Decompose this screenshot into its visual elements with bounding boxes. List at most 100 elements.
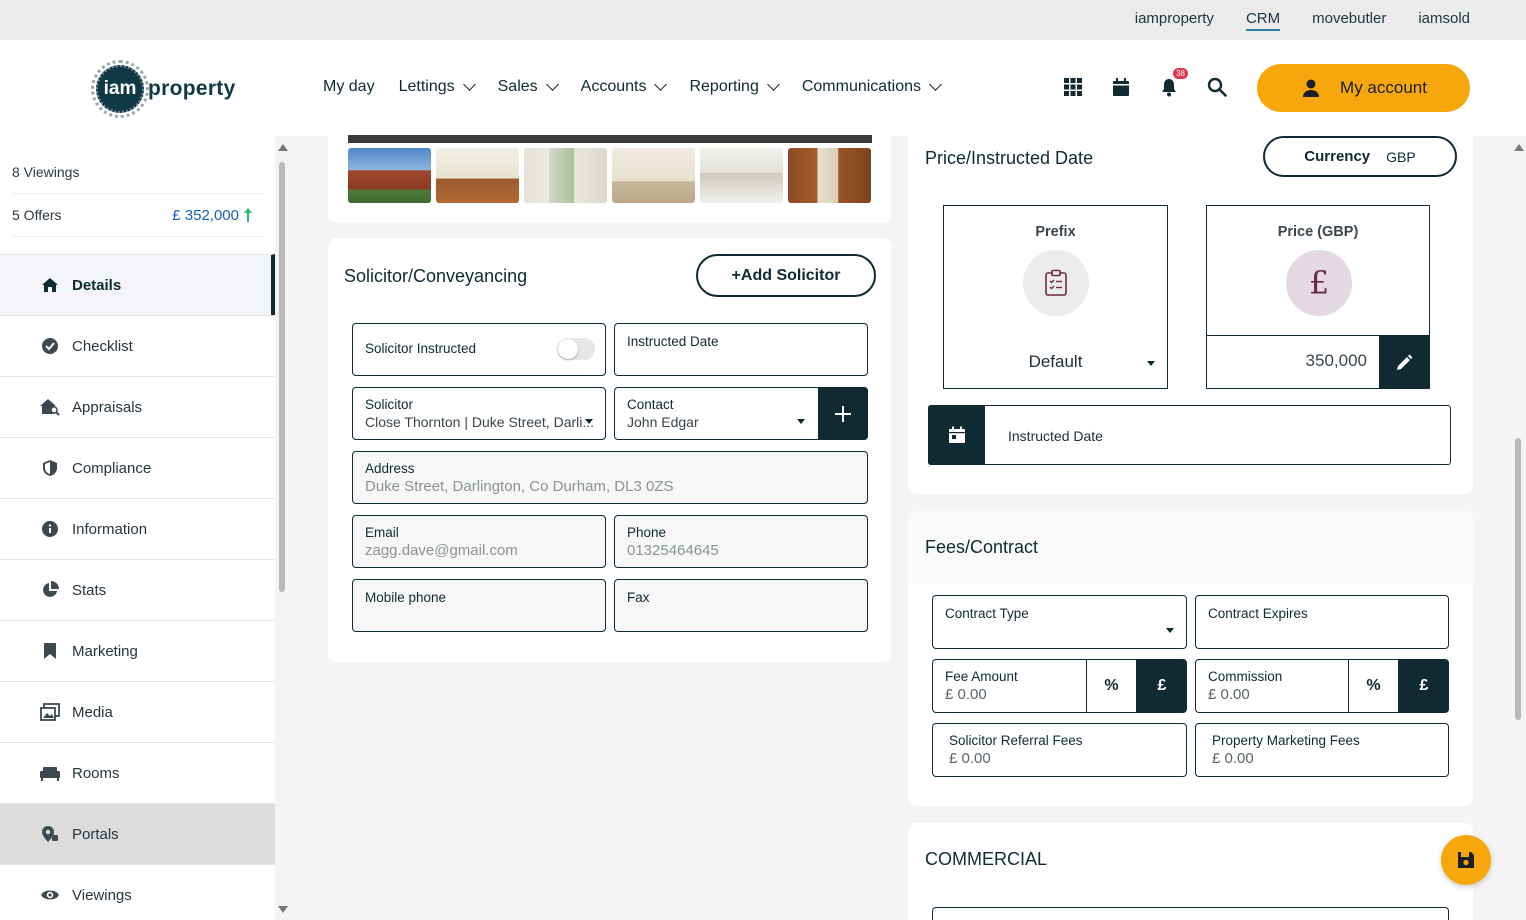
photo-thumbnail[interactable] bbox=[524, 148, 607, 203]
clipboard-list-icon bbox=[1023, 250, 1089, 316]
my-account-button[interactable]: My account bbox=[1257, 64, 1470, 112]
photo-thumbnail[interactable] bbox=[436, 148, 519, 203]
commission-pound-toggle[interactable]: £ bbox=[1398, 660, 1449, 712]
sidebar-item-rooms[interactable]: Rooms bbox=[0, 742, 275, 803]
page-scrollbar-thumb[interactable] bbox=[1515, 438, 1521, 720]
bookmark-icon bbox=[40, 642, 60, 660]
nav-reporting[interactable]: Reporting bbox=[689, 78, 780, 96]
solicitor-referral-fees-field[interactable]: Solicitor Referral Fees £ 0.00 bbox=[932, 723, 1187, 777]
brand-link-movebutler[interactable]: movebutler bbox=[1312, 10, 1386, 31]
currency-label: Currency bbox=[1304, 148, 1371, 165]
edit-price-button[interactable] bbox=[1379, 336, 1429, 389]
add-contact-button[interactable] bbox=[818, 387, 868, 440]
sidebar-item-label: Appraisals bbox=[72, 398, 143, 416]
fee-amount-field[interactable]: Fee Amount £ 0.00 % £ bbox=[932, 659, 1187, 713]
solicitor-referral-fees-value: £ 0.00 bbox=[949, 750, 991, 767]
property-marketing-fees-field[interactable]: Property Marketing Fees £ 0.00 bbox=[1195, 723, 1449, 777]
commission-field[interactable]: Commission £ 0.00 % £ bbox=[1195, 659, 1449, 713]
brand-link-crm[interactable]: CRM bbox=[1245, 10, 1281, 31]
calendar-icon bbox=[948, 426, 965, 443]
save-button[interactable] bbox=[1441, 835, 1491, 885]
pound-sign-icon: £ bbox=[1286, 250, 1352, 316]
sidebar-item-checklist[interactable]: Checklist bbox=[0, 315, 275, 376]
currency-value: GBP bbox=[1386, 148, 1416, 165]
instructed-date-picker[interactable]: Instructed Date bbox=[928, 405, 1451, 465]
instructed-date-field[interactable]: Instructed Date bbox=[614, 323, 868, 376]
nav-lettings[interactable]: Lettings bbox=[399, 78, 476, 96]
nav-my-day[interactable]: My day bbox=[323, 78, 375, 96]
calendar-button[interactable] bbox=[928, 405, 985, 465]
add-solicitor-button[interactable]: +Add Solicitor bbox=[696, 254, 876, 297]
phone-label: Phone bbox=[627, 525, 667, 540]
photo-thumbnail[interactable] bbox=[788, 148, 871, 203]
sidebar-item-information[interactable]: Information bbox=[0, 498, 275, 559]
prefix-select[interactable]: Prefix Default bbox=[943, 205, 1168, 389]
sidebar-item-portals[interactable]: Portals bbox=[0, 803, 275, 864]
nav-communications[interactable]: Communications bbox=[801, 78, 942, 96]
viewings-count[interactable]: 8 Viewings bbox=[12, 151, 263, 194]
solicitor-instructed-toggle[interactable] bbox=[557, 338, 595, 360]
property-marketing-fees-value: £ 0.00 bbox=[1212, 750, 1254, 767]
contract-expires-field[interactable]: Contract Expires bbox=[1195, 595, 1449, 649]
sidebar-item-appraisals[interactable]: Appraisals bbox=[0, 376, 275, 437]
scroll-up-arrow-icon[interactable] bbox=[1514, 144, 1524, 151]
commercial-field[interactable] bbox=[932, 907, 1449, 920]
offers-count-label: 5 Offers bbox=[12, 207, 62, 223]
photo-thumbnails bbox=[348, 148, 871, 203]
contact-select[interactable]: Contact John Edgar bbox=[614, 387, 868, 440]
plus-icon bbox=[835, 405, 851, 422]
address-field[interactable]: Address Duke Street, Darlington, Co Durh… bbox=[352, 451, 868, 504]
logo-mark: iam bbox=[91, 60, 149, 118]
commercial-card: COMMERCIAL bbox=[908, 823, 1473, 920]
notifications-bell-icon[interactable]: 38 bbox=[1158, 68, 1188, 98]
price-value[interactable]: 350,000 bbox=[1306, 351, 1367, 371]
sidebar-item-marketing[interactable]: Marketing bbox=[0, 620, 275, 681]
sidebar-item-stats[interactable]: Stats bbox=[0, 559, 275, 620]
page-scrollbar[interactable] bbox=[1512, 136, 1526, 920]
nav-label: Communications bbox=[801, 78, 921, 95]
fax-field[interactable]: Fax bbox=[614, 579, 868, 632]
contract-type-select[interactable]: Contract Type bbox=[932, 595, 1187, 649]
photo-thumbnail[interactable] bbox=[700, 148, 783, 203]
solicitor-select[interactable]: Solicitor Close Thornton | Duke Street, … bbox=[352, 387, 606, 440]
sidebar-scrollbar[interactable] bbox=[277, 136, 289, 920]
mobile-phone-field[interactable]: Mobile phone bbox=[352, 579, 606, 632]
apps-grid-icon[interactable] bbox=[1062, 76, 1084, 98]
address-label: Address bbox=[365, 461, 415, 476]
info-icon bbox=[40, 520, 60, 538]
sidebar-menu: Details Checklist Appraisals Compliance … bbox=[0, 254, 275, 920]
instructed-date-label: Instructed Date bbox=[1008, 428, 1103, 444]
price-title: Price/Instructed Date bbox=[925, 148, 1094, 168]
toggle-knob bbox=[558, 339, 578, 359]
fee-percent-toggle[interactable]: % bbox=[1086, 660, 1136, 712]
sidebar-item-label: Compliance bbox=[72, 459, 152, 477]
sidebar-scrollbar-thumb[interactable] bbox=[279, 162, 285, 592]
fee-pound-toggle[interactable]: £ bbox=[1136, 660, 1187, 712]
search-icon[interactable] bbox=[1206, 76, 1228, 98]
photo-thumbnail[interactable] bbox=[348, 148, 431, 203]
sidebar-item-viewings[interactable]: Viewings bbox=[0, 864, 275, 920]
photo-thumbnail[interactable] bbox=[612, 148, 695, 203]
dropdown-caret-icon bbox=[797, 419, 805, 424]
phone-field[interactable]: Phone 01325464645 bbox=[614, 515, 868, 568]
offer-price: £ 352,000 bbox=[172, 207, 253, 224]
brand-link-iamsold[interactable]: iamsold bbox=[1418, 10, 1470, 31]
nav-sales[interactable]: Sales bbox=[498, 78, 559, 96]
sidebar-item-compliance[interactable]: Compliance bbox=[0, 437, 275, 498]
contract-expires-label: Contract Expires bbox=[1208, 606, 1308, 621]
main-photo-edge bbox=[348, 135, 872, 143]
scroll-up-arrow-icon[interactable] bbox=[278, 144, 288, 151]
offers-count[interactable]: 5 Offers £ 352,000 bbox=[12, 194, 263, 237]
commission-percent-toggle[interactable]: % bbox=[1348, 660, 1398, 712]
logo[interactable]: iam property bbox=[91, 60, 236, 118]
calendar-icon[interactable] bbox=[1110, 76, 1132, 98]
sidebar-item-details[interactable]: Details bbox=[0, 254, 275, 315]
brand-link-iamproperty[interactable]: iamproperty bbox=[1135, 10, 1214, 31]
currency-button[interactable]: Currency GBP bbox=[1263, 136, 1457, 177]
sidebar-item-media[interactable]: Media bbox=[0, 681, 275, 742]
scroll-down-arrow-icon[interactable] bbox=[278, 906, 288, 913]
property-sidebar: 8 Viewings 5 Offers £ 352,000 Details Ch… bbox=[0, 136, 275, 920]
nav-accounts[interactable]: Accounts bbox=[581, 78, 668, 96]
commercial-title: COMMERCIAL bbox=[925, 849, 1048, 869]
email-field[interactable]: Email zagg.dave@gmail.com bbox=[352, 515, 606, 568]
